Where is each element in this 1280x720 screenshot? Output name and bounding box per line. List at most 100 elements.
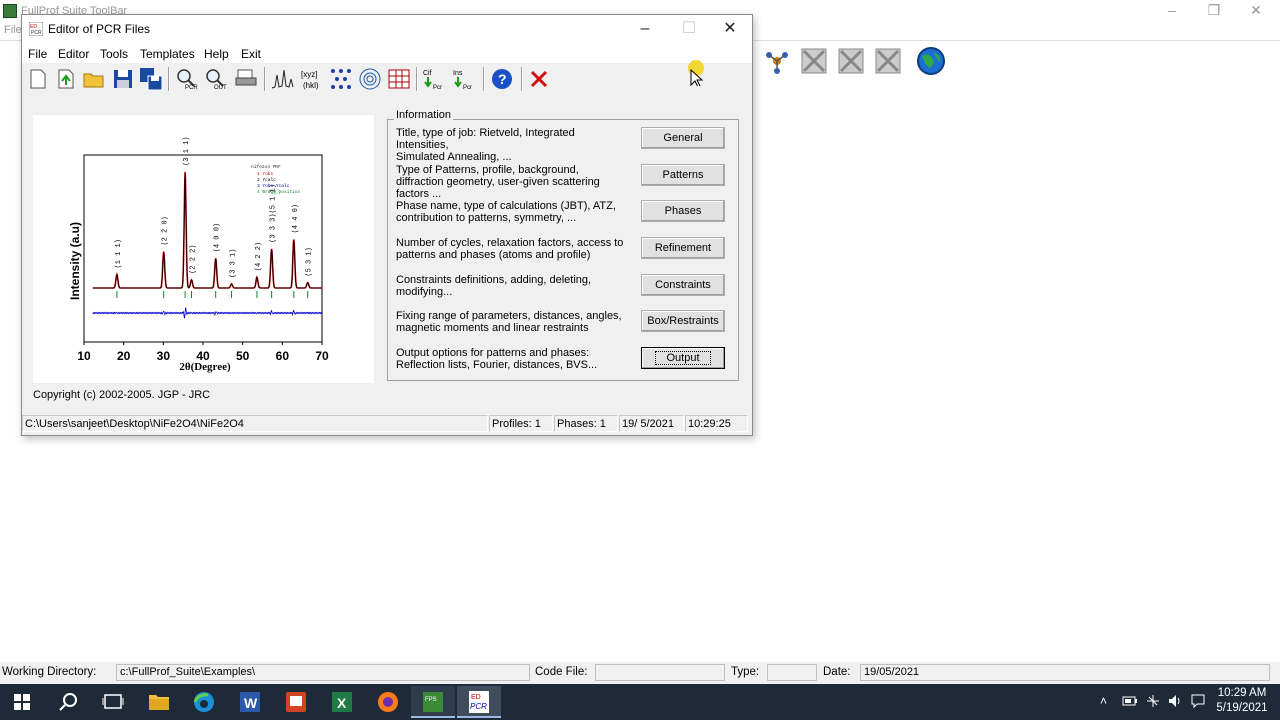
- diffraction-chart: (1 1 1) (2 2 0) (3 1 1) (2 2 2) (4 0 0) (3 3 …: [68, 136, 329, 373]
- molecule-icon[interactable]: [762, 46, 792, 76]
- minimize-icon[interactable]: –: [1150, 0, 1194, 22]
- close-icon[interactable]: ✕: [708, 15, 752, 45]
- date-label: Date:: [823, 666, 851, 678]
- box-restraints-button[interactable]: Box/Restraints: [641, 310, 725, 332]
- file-explorer-icon[interactable]: [137, 686, 181, 718]
- grid-icon[interactable]: [387, 67, 411, 91]
- new-file-icon[interactable]: [26, 67, 50, 91]
- firefox-icon[interactable]: [366, 686, 410, 718]
- information-label: Information: [394, 109, 454, 121]
- type-field[interactable]: [767, 664, 817, 681]
- fps-toolbar-icon[interactable]: FPS: [411, 686, 455, 718]
- excel-icon[interactable]: X: [320, 686, 364, 718]
- network-icon[interactable]: [1145, 693, 1161, 709]
- toolbar-separator: [264, 67, 266, 91]
- crystal-structure-icon[interactable]: [329, 67, 353, 91]
- general-description: Title, type of job: Rietveld, Integrated…: [396, 127, 575, 163]
- svg-text:ED: ED: [471, 694, 481, 701]
- close-icon[interactable]: ✕: [1234, 0, 1278, 22]
- peak-hkl-label: (5 3 1): [306, 247, 314, 276]
- phases-button[interactable]: Phases: [641, 200, 725, 222]
- type-label: Type:: [731, 666, 760, 678]
- restore-icon[interactable]: ❐: [1192, 0, 1236, 22]
- cif-to-pcr-icon[interactable]: Cif Pcr: [422, 67, 446, 91]
- out-view-icon[interactable]: OUT: [204, 67, 228, 91]
- svg-text:Cif: Cif: [423, 70, 432, 77]
- windows-start-icon[interactable]: [0, 686, 44, 718]
- pattern-plot-icon[interactable]: [271, 67, 295, 91]
- refinement-button[interactable]: Refinement: [641, 237, 725, 259]
- general-button[interactable]: General: [641, 127, 725, 149]
- svg-text:(hkl): (hkl): [303, 81, 319, 90]
- patterns-description: Type of Patterns, profile, background, d…: [396, 164, 600, 200]
- save-all-icon[interactable]: [139, 67, 163, 91]
- pcr-view-icon[interactable]: PCR: [175, 67, 199, 91]
- tool-disabled-icon-3[interactable]: [873, 46, 903, 76]
- copyright-text: Copyright (c) 2002-2005. JGP - JRC: [33, 389, 211, 401]
- tool-disabled-icon-1[interactable]: [799, 46, 829, 76]
- volume-icon[interactable]: [1167, 693, 1183, 709]
- help-icon[interactable]: ?: [490, 67, 514, 91]
- output-description: Output options for patterns and phases: …: [396, 347, 598, 371]
- clock-time: 10:29 AM: [1217, 687, 1267, 699]
- chevron-up-icon[interactable]: ˄: [1100, 694, 1107, 708]
- constraints-button[interactable]: Constraints: [641, 274, 725, 296]
- menu-tools[interactable]: Tools: [100, 47, 128, 61]
- code-file-label: Code File:: [535, 666, 588, 678]
- x-tick-label: 50: [236, 349, 250, 363]
- print-icon[interactable]: [234, 67, 258, 91]
- powerpoint-icon[interactable]: [274, 686, 318, 718]
- open-folder-icon[interactable]: [82, 67, 106, 91]
- globe-icon[interactable]: [916, 46, 946, 76]
- working-dir-field[interactable]: c:\FullProf_Suite\Examples\: [116, 664, 530, 681]
- status-time: 10:29:25: [685, 415, 748, 432]
- legend-entry: 4 Bragg_position: [257, 189, 301, 195]
- svg-text:FPS: FPS: [425, 697, 437, 703]
- pcr-editor-titlebar: ED PCR Editor of PCR Files – ☐ ✕: [22, 15, 752, 45]
- working-dir-label: Working Directory:: [2, 666, 97, 678]
- save-icon[interactable]: [111, 67, 135, 91]
- search-icon[interactable]: [46, 686, 90, 718]
- patterns-button[interactable]: Patterns: [641, 164, 725, 186]
- menu-exit[interactable]: Exit: [241, 47, 261, 61]
- svg-text:Pcr: Pcr: [463, 85, 472, 91]
- taskbar-clock[interactable]: 10:29 AM 5/19/2021: [1212, 686, 1272, 716]
- svg-text:?: ?: [498, 71, 507, 87]
- peak-hkl-label: (2 2 2): [189, 244, 197, 273]
- edge-icon[interactable]: [182, 686, 226, 718]
- hkl-icon[interactable]: [xyz] (hkl): [300, 67, 324, 91]
- menu-file[interactable]: File: [28, 47, 47, 61]
- peak-hkl-label: (4 4 0): [292, 204, 300, 233]
- box-restraints-description: Fixing range of parameters, distances, a…: [396, 310, 622, 334]
- toolbar-separator: [168, 67, 170, 91]
- output-button[interactable]: Output: [641, 347, 725, 369]
- fourier-map-icon[interactable]: [358, 67, 382, 91]
- x-tick-label: 20: [117, 349, 131, 363]
- peak-hkl-label: (1 1 1): [115, 239, 123, 268]
- task-view-icon[interactable]: [91, 686, 135, 718]
- minimize-icon[interactable]: –: [623, 15, 667, 45]
- svg-text:Ins: Ins: [453, 70, 463, 77]
- peak-hkl-label: (3 3 1): [230, 249, 238, 278]
- menu-help[interactable]: Help: [204, 47, 229, 61]
- edpcr-icon[interactable]: EDPCR: [457, 686, 501, 718]
- code-file-field[interactable]: [595, 664, 725, 681]
- word-icon[interactable]: W: [228, 686, 272, 718]
- menu-file[interactable]: File: [4, 24, 22, 36]
- toolbar-separator: [483, 67, 485, 91]
- mouse-cursor-icon: [688, 60, 704, 86]
- menu-templates[interactable]: Templates: [140, 47, 195, 61]
- exit-icon[interactable]: [527, 67, 551, 91]
- svg-text:Pcr: Pcr: [433, 85, 442, 91]
- legend-entry: 3 Yobs-Ycalc: [257, 183, 290, 189]
- ins-to-pcr-icon[interactable]: Ins Pcr: [452, 67, 476, 91]
- battery-icon[interactable]: [1122, 694, 1138, 708]
- notification-icon[interactable]: [1190, 693, 1206, 709]
- legend-entry: 2 Ycalc: [257, 177, 276, 183]
- menu-editor[interactable]: Editor: [58, 47, 89, 61]
- date-field[interactable]: 19/05/2021: [860, 664, 1270, 681]
- tool-disabled-icon-2[interactable]: [836, 46, 866, 76]
- svg-text:PCR: PCR: [470, 702, 487, 711]
- x-tick-label: 70: [315, 349, 329, 363]
- import-icon[interactable]: [54, 67, 78, 91]
